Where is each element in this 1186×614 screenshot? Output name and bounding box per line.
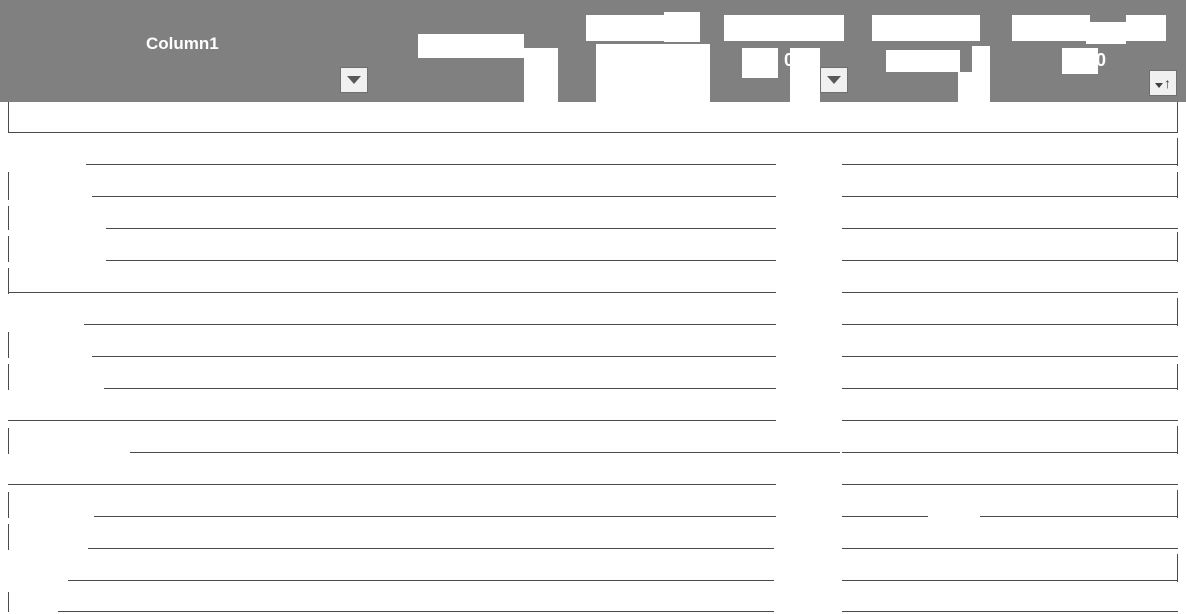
header-fragment: 0 (1096, 50, 1107, 70)
right-border (1177, 102, 1178, 132)
header-block (972, 46, 990, 102)
left-border (8, 428, 9, 454)
row-separator (842, 548, 1178, 549)
row-separator (58, 611, 774, 612)
row-separator (130, 452, 840, 453)
right-border (1177, 232, 1178, 262)
row-separator (842, 228, 1178, 229)
header-block (790, 48, 820, 102)
left-border (8, 206, 9, 230)
row-separator (92, 196, 776, 197)
header-block (1086, 22, 1126, 44)
row-separator (8, 132, 1178, 133)
row-separator (980, 516, 1178, 517)
row-separator (104, 388, 776, 389)
header-block (1062, 48, 1098, 74)
row-separator (84, 324, 776, 325)
left-border (8, 332, 9, 358)
row-separator (842, 292, 1178, 293)
right-border (1177, 490, 1178, 518)
row-separator (842, 580, 1178, 581)
header-block (418, 34, 524, 58)
row-separator (106, 228, 776, 229)
sort-ascending-icon: ↑ (1164, 75, 1171, 91)
column-header-1: Column1 (146, 34, 219, 53)
right-border (1177, 138, 1178, 166)
header-block (872, 15, 980, 41)
row-separator (842, 420, 1178, 421)
row-separator (842, 324, 1178, 325)
header-block (742, 48, 778, 78)
row-separator (92, 356, 776, 357)
header-block (1012, 15, 1090, 41)
right-border (1177, 426, 1178, 454)
row-separator (842, 452, 1178, 453)
row-separator (842, 388, 1178, 389)
row-separator (842, 356, 1178, 357)
row-separator (842, 164, 1178, 165)
row-separator (68, 580, 774, 581)
header-block (664, 12, 700, 42)
header-fragment: 0 (784, 50, 795, 70)
dropdown-triangle-icon (1155, 82, 1163, 88)
column6-sort-filter-button[interactable]: ↑ (1149, 70, 1177, 96)
dropdown-triangle-icon (827, 76, 841, 84)
row-separator (106, 260, 776, 261)
left-border (8, 364, 9, 390)
left-border (8, 268, 9, 294)
left-border (8, 592, 9, 612)
left-border (8, 102, 9, 132)
table-body (0, 102, 1186, 614)
row-separator (8, 420, 776, 421)
header-block (886, 50, 960, 72)
left-border (8, 492, 9, 518)
row-separator (94, 516, 776, 517)
right-border (1177, 364, 1178, 390)
table-header: Column1 0 0 ↑ (0, 0, 1186, 102)
header-block (596, 44, 710, 102)
row-separator (842, 516, 928, 517)
right-border (1177, 298, 1178, 326)
left-border (8, 524, 9, 550)
row-separator (86, 164, 776, 165)
left-border (8, 236, 9, 262)
column4-filter-button[interactable] (820, 67, 848, 93)
header-block (1126, 15, 1166, 41)
left-border (8, 172, 9, 200)
row-separator (8, 484, 776, 485)
row-separator (842, 260, 1178, 261)
right-border (1177, 554, 1178, 582)
header-block (724, 15, 844, 41)
column1-filter-button[interactable] (340, 67, 368, 93)
row-separator (842, 196, 1178, 197)
header-block (524, 48, 558, 102)
row-separator (842, 611, 1178, 612)
row-separator (88, 548, 774, 549)
right-border (1177, 172, 1178, 198)
header-block (586, 15, 668, 41)
row-separator (842, 484, 1178, 485)
dropdown-triangle-icon (347, 76, 361, 84)
row-separator (8, 292, 776, 293)
